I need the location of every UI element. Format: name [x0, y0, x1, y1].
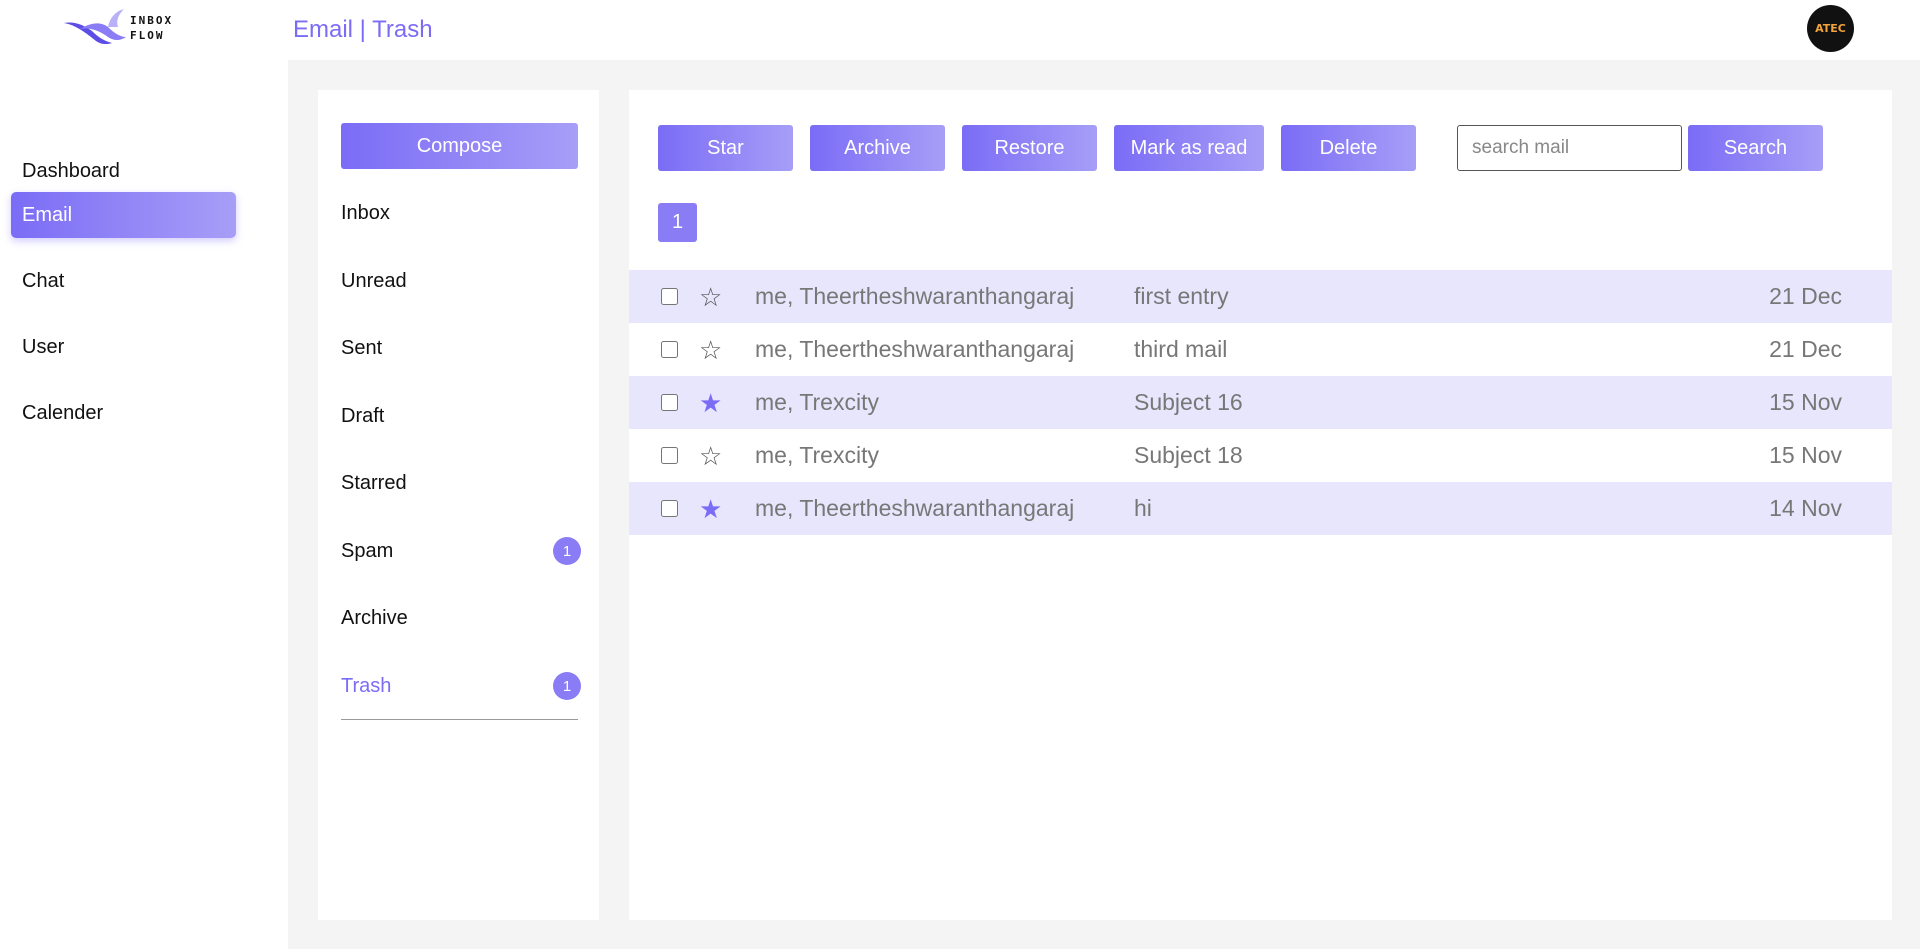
mark-as-read-button[interactable]: Mark as read [1114, 125, 1264, 171]
sidebar-item-user[interactable]: User [11, 324, 236, 370]
mail-row[interactable]: ☆ me, Theertheshwaranthangaraj first ent… [629, 270, 1892, 323]
mail-panel: Star Archive Restore Mark as read Delete… [629, 90, 1892, 920]
folder-label: Spam [341, 539, 394, 562]
mail-subject: hi [1134, 495, 1152, 521]
app-root: INBOX FLOW Email | Trash ATEC Dashboard … [0, 0, 1920, 949]
star-outline-icon[interactable]: ☆ [699, 443, 722, 469]
folder-sent[interactable]: Sent [341, 328, 581, 368]
sidebar: Dashboard Email Chat User Calender [0, 60, 288, 949]
folder-label: Draft [341, 404, 385, 427]
count-badge: 1 [553, 672, 581, 700]
restore-button[interactable]: Restore [962, 125, 1097, 171]
folder-unread[interactable]: Unread [341, 261, 581, 301]
mail-list: ☆ me, Theertheshwaranthangaraj first ent… [629, 270, 1892, 535]
sidebar-item-calender[interactable]: Calender [11, 390, 236, 436]
mail-row[interactable]: ☆ me, Trexcity Subject 18 15 Nov [629, 429, 1892, 482]
folder-trash[interactable]: Trash 1 [341, 666, 581, 706]
star-filled-icon[interactable]: ★ [699, 496, 722, 522]
mail-date: 14 Nov [1769, 495, 1842, 521]
mail-date: 15 Nov [1769, 389, 1842, 415]
mail-row[interactable]: ☆ me, Theertheshwaranthangaraj third mai… [629, 323, 1892, 376]
mail-select-checkbox[interactable] [661, 500, 678, 517]
mail-date: 21 Dec [1769, 336, 1842, 362]
mail-select-checkbox[interactable] [661, 394, 678, 411]
count-badge: 1 [553, 537, 581, 565]
mail-row[interactable]: ★ me, Trexcity Subject 16 15 Nov [629, 376, 1892, 429]
mail-subject: Subject 16 [1134, 389, 1243, 415]
star-button[interactable]: Star [658, 125, 793, 171]
brand-line-1: INBOX [130, 14, 174, 27]
mail-subject: Subject 18 [1134, 442, 1243, 468]
folder-spam[interactable]: Spam 1 [341, 531, 581, 571]
mail-sender: me, Theertheshwaranthangaraj [755, 283, 1075, 309]
page-title: Email | Trash [293, 16, 433, 43]
search-button[interactable]: Search [1688, 125, 1823, 171]
folder-draft[interactable]: Draft [341, 396, 581, 436]
folder-panel: Compose Inbox Unread Sent Draft Starred … [318, 90, 599, 920]
mail-date: 21 Dec [1769, 283, 1842, 309]
brand-line-2: FLOW [130, 29, 165, 42]
archive-button[interactable]: Archive [810, 125, 945, 171]
mail-select-checkbox[interactable] [661, 341, 678, 358]
folder-label: Inbox [341, 201, 390, 224]
sidebar-item-email[interactable]: Email [11, 192, 236, 238]
sidebar-item-dashboard[interactable]: Dashboard [11, 148, 236, 194]
mail-date: 15 Nov [1769, 442, 1842, 468]
folder-archive[interactable]: Archive [341, 598, 581, 638]
mail-select-checkbox[interactable] [661, 447, 678, 464]
mail-sender: me, Theertheshwaranthangaraj [755, 495, 1075, 521]
star-filled-icon[interactable]: ★ [699, 390, 722, 416]
mail-sender: me, Trexcity [755, 389, 879, 415]
mail-subject: first entry [1134, 283, 1229, 309]
star-outline-icon[interactable]: ☆ [699, 284, 722, 310]
folder-inbox[interactable]: Inbox [341, 193, 581, 233]
search-input[interactable] [1457, 125, 1682, 171]
mail-subject: third mail [1134, 336, 1228, 362]
mail-row[interactable]: ★ me, Theertheshwaranthangaraj hi 14 Nov [629, 482, 1892, 535]
folder-label: Unread [341, 269, 407, 292]
folder-label: Trash [341, 674, 392, 697]
pagination-page-button[interactable]: 1 [658, 203, 697, 242]
avatar[interactable]: ATEC [1807, 5, 1854, 52]
mail-sender: me, Theertheshwaranthangaraj [755, 336, 1075, 362]
top-bar: INBOX FLOW Email | Trash ATEC [0, 0, 1920, 60]
delete-button[interactable]: Delete [1281, 125, 1416, 171]
bird-logo-icon [64, 9, 126, 45]
brand-logo[interactable]: INBOX FLOW [62, 6, 192, 50]
folder-label: Starred [341, 471, 407, 494]
sidebar-item-chat[interactable]: Chat [11, 258, 236, 304]
folder-label: Sent [341, 336, 383, 359]
mail-sender: me, Trexcity [755, 442, 879, 468]
folder-label: Archive [341, 606, 408, 629]
folder-divider [341, 719, 578, 720]
folder-starred[interactable]: Starred [341, 463, 581, 503]
compose-button[interactable]: Compose [341, 123, 578, 169]
mail-select-checkbox[interactable] [661, 288, 678, 305]
star-outline-icon[interactable]: ☆ [699, 337, 722, 363]
brand-name: INBOX FLOW [130, 13, 173, 43]
